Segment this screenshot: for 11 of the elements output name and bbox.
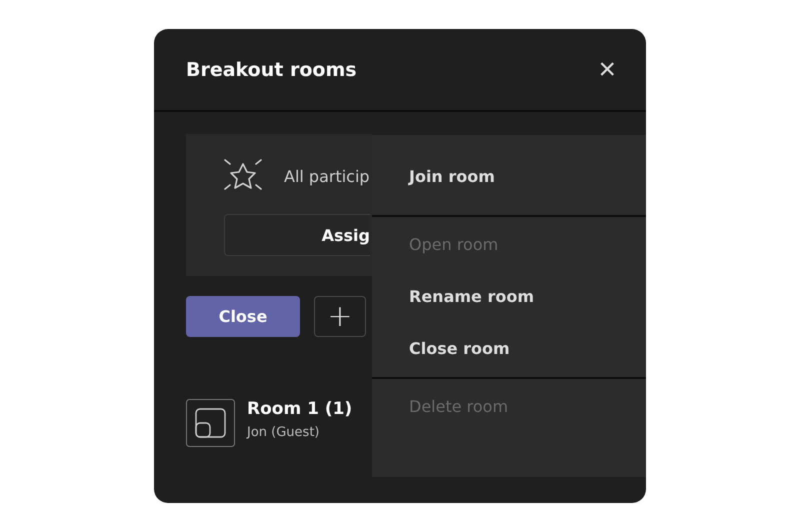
room-icon — [186, 399, 235, 447]
menu-item[interactable]: Join room — [372, 161, 646, 193]
menu-item[interactable]: Rename room — [372, 281, 646, 313]
banner-text: All particip — [284, 166, 370, 186]
assign-button[interactable]: Assig — [224, 214, 370, 256]
close-button[interactable]: Close — [186, 296, 300, 337]
dialog-title: Breakout rooms — [186, 58, 357, 80]
menu-item[interactable]: Close room — [372, 333, 646, 365]
add-button[interactable]: + — [314, 296, 366, 337]
room-members: Jon (Guest) — [247, 425, 320, 440]
room-name: Room 1 (1) — [247, 399, 352, 419]
